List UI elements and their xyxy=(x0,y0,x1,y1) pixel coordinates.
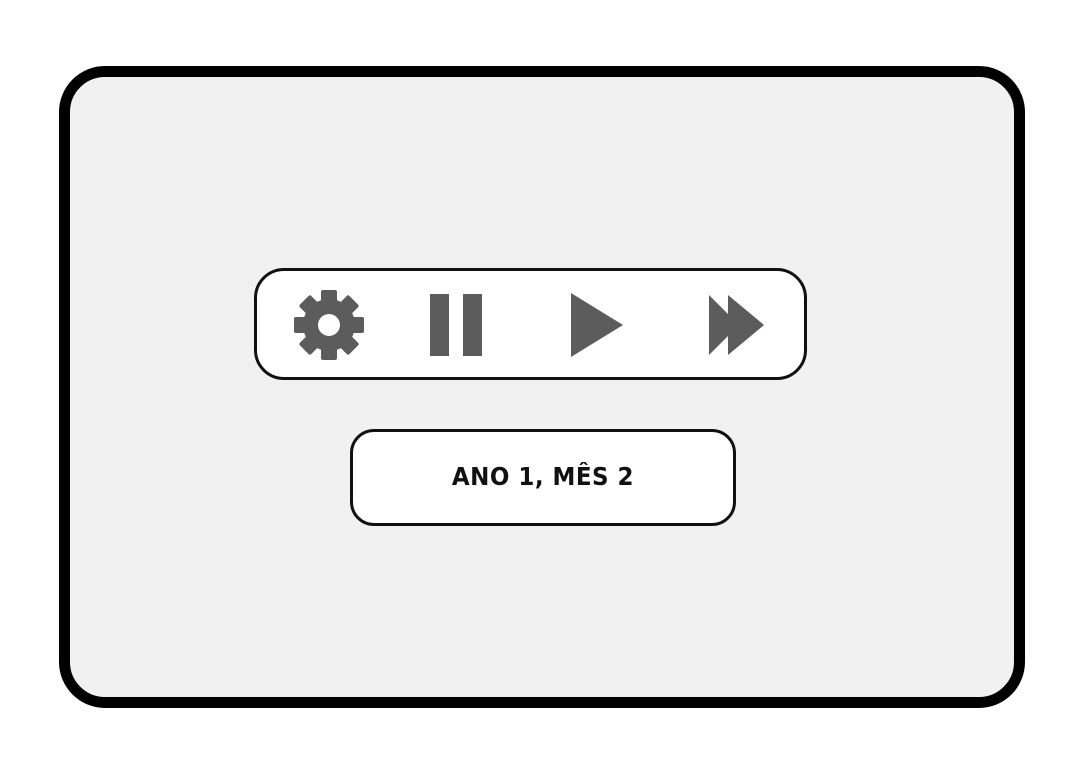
game-panel xyxy=(59,66,1025,708)
speed-controls-bar xyxy=(254,268,807,380)
pause-icon xyxy=(427,292,487,358)
play-button[interactable] xyxy=(557,289,633,361)
gear-icon xyxy=(292,288,366,362)
fast-forward-icon xyxy=(704,292,766,358)
play-icon xyxy=(565,292,625,358)
date-label: ANO 1, MÊS 2 xyxy=(451,462,635,491)
settings-button[interactable] xyxy=(291,289,367,361)
fast-forward-button[interactable] xyxy=(697,289,773,361)
pause-button[interactable] xyxy=(419,289,495,361)
date-display: ANO 1, MÊS 2 xyxy=(350,429,736,526)
